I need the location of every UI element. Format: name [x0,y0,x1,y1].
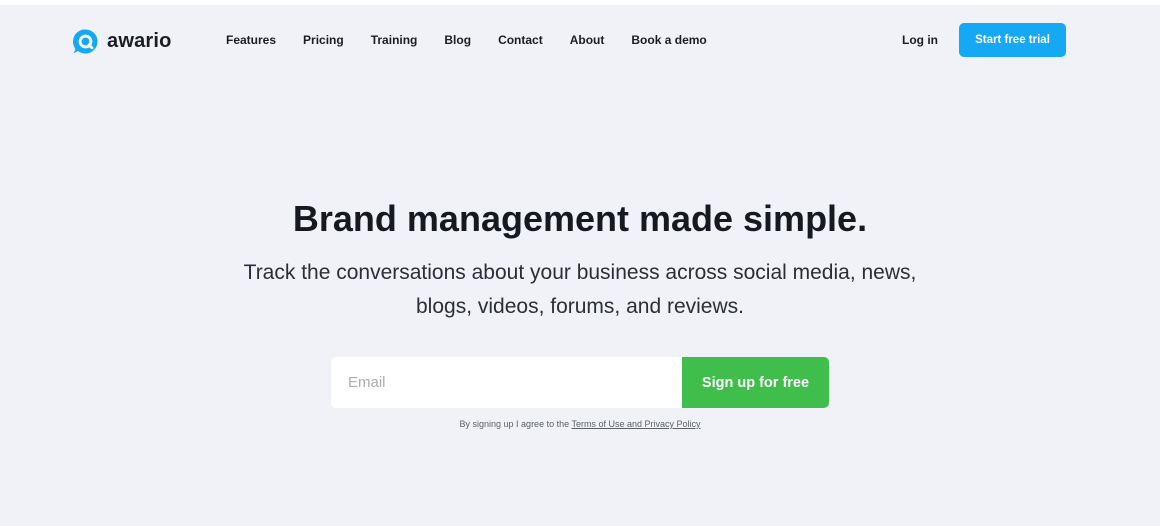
nav-blog[interactable]: Blog [444,33,471,47]
site-header: awario Features Pricing Training Blog Co… [0,5,1160,75]
main-nav: Features Pricing Training Blog Contact A… [226,33,734,47]
logo-link[interactable]: awario [72,27,172,55]
nav-features[interactable]: Features [226,33,276,47]
nav-pricing[interactable]: Pricing [303,33,344,47]
logo-text: awario [107,29,172,52]
login-link[interactable]: Log in [902,33,938,47]
awario-logo-icon [72,28,98,54]
nav-book-a-demo[interactable]: Book a demo [631,33,706,47]
nav-training[interactable]: Training [371,33,418,47]
hero-title: Brand management made simple. [292,198,868,239]
nav-contact[interactable]: Contact [498,33,543,47]
signup-form: Sign up for free [331,357,829,408]
sign-up-button[interactable]: Sign up for free [682,357,829,408]
nav-about[interactable]: About [570,33,605,47]
email-field[interactable] [331,357,682,408]
start-free-trial-button[interactable]: Start free trial [959,23,1066,57]
legal-prefix: By signing up I agree to the [459,419,570,429]
legal-notice: By signing up I agree to the Terms of Us… [0,419,1160,429]
hero-subtitle: Track the conversations about your busin… [243,261,917,318]
terms-privacy-link[interactable]: Terms of Use and Privacy Policy [571,419,700,429]
